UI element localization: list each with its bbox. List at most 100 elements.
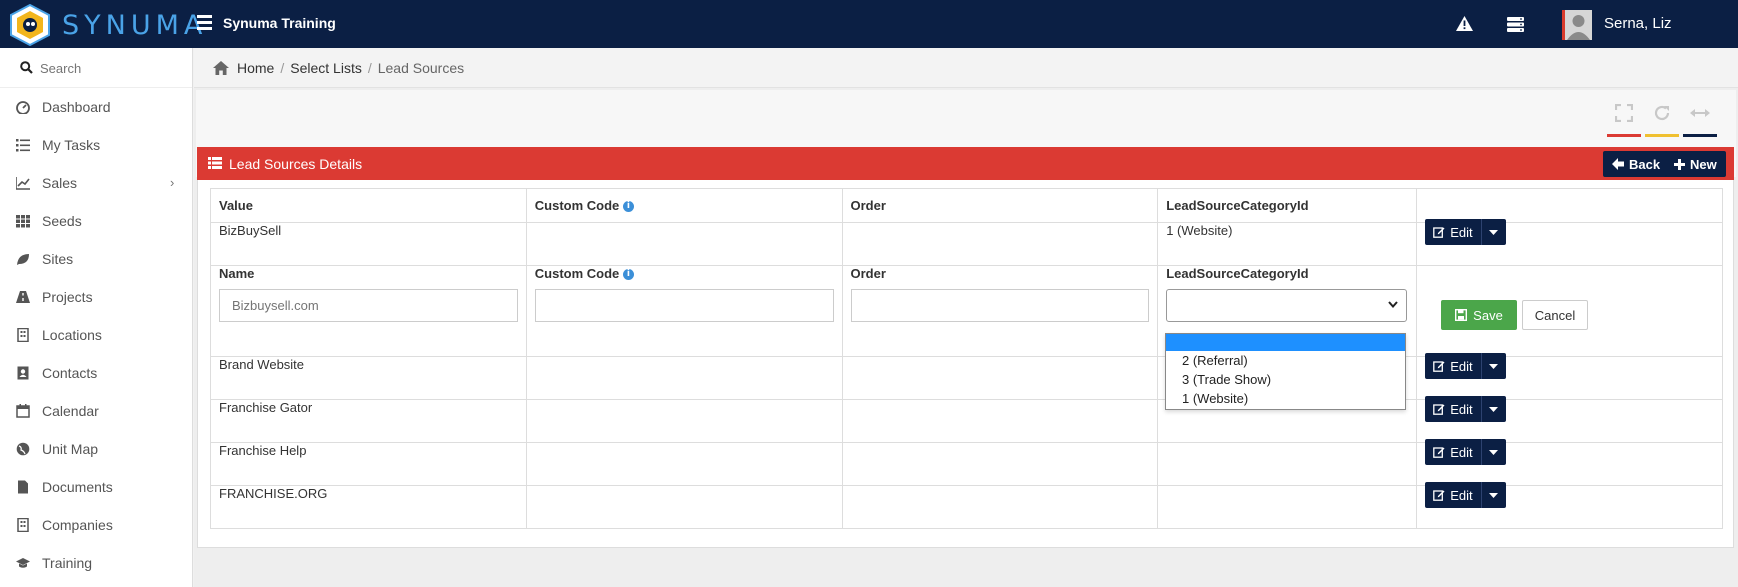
sidebar-item-sites[interactable]: Sites xyxy=(0,240,192,278)
new-button-label: New xyxy=(1690,156,1717,172)
menu-toggle-icon[interactable] xyxy=(197,15,212,30)
sidebar-item-label: Documents xyxy=(42,479,113,495)
breadcrumb-select-lists[interactable]: Select Lists xyxy=(290,60,362,76)
breadcrumb-home[interactable]: Home xyxy=(237,60,274,76)
cell-actions: Edit xyxy=(1416,482,1723,529)
edit-button-main[interactable]: Edit xyxy=(1425,482,1482,508)
edit-button-main[interactable]: Edit xyxy=(1425,396,1482,422)
column-header-category[interactable]: LeadSourceCategoryId xyxy=(1157,188,1418,223)
warning-icon[interactable] xyxy=(1456,16,1473,31)
sidebar-item-training[interactable]: Training xyxy=(0,544,192,582)
building-icon xyxy=(17,518,29,532)
app-title: Synuma Training xyxy=(223,15,336,31)
info-icon[interactable]: i xyxy=(622,201,634,213)
new-button[interactable]: New xyxy=(1665,151,1726,177)
road-icon xyxy=(16,291,30,303)
edit-dropdown-toggle[interactable] xyxy=(1482,219,1506,245)
edit-button-main[interactable]: Edit xyxy=(1425,439,1482,465)
list-icon xyxy=(16,139,30,152)
edit-button[interactable]: Edit xyxy=(1425,482,1506,508)
sidebar-item-dashboard[interactable]: Dashboard xyxy=(0,88,192,126)
edit-icon xyxy=(1433,361,1445,372)
cell-value: Franchise Gator xyxy=(210,399,527,443)
sidebar-item-calendar[interactable]: Calendar xyxy=(0,392,192,430)
edit-button[interactable]: Edit xyxy=(1425,353,1506,379)
collapse-button[interactable] xyxy=(1683,104,1717,137)
edit-dropdown-toggle[interactable] xyxy=(1482,353,1506,379)
avatar[interactable] xyxy=(1562,10,1592,40)
cell-actions: Edit xyxy=(1416,353,1723,400)
category-select[interactable] xyxy=(1166,289,1408,322)
back-button-label: Back xyxy=(1629,156,1661,172)
dropdown-option[interactable] xyxy=(1166,334,1405,351)
sidebar: Dashboard My Tasks Sales › Seeds Sites Project… xyxy=(0,48,193,587)
cell-value: FRANCHISE.ORG xyxy=(210,485,527,529)
column-header-custom-code[interactable]: Custom Code i xyxy=(525,188,843,223)
sidebar-item-projects[interactable]: Projects xyxy=(0,278,192,316)
server-icon[interactable] xyxy=(1507,17,1524,32)
toolbar-color-bar-yellow xyxy=(1645,134,1679,137)
cancel-button[interactable]: Cancel xyxy=(1522,300,1588,330)
sidebar-item-documents[interactable]: Documents xyxy=(0,468,192,506)
search-input[interactable] xyxy=(40,58,180,78)
edit-dropdown-toggle[interactable] xyxy=(1482,439,1506,465)
save-button[interactable]: Save xyxy=(1441,300,1517,330)
custom-code-input[interactable] xyxy=(534,289,834,322)
column-header-value[interactable]: Value xyxy=(210,188,527,223)
top-navbar: SYNUMA Synuma Training Serna, Liz xyxy=(0,0,1738,48)
sidebar-item-companies[interactable]: Companies xyxy=(0,506,192,544)
edit-dropdown-toggle[interactable] xyxy=(1482,396,1506,422)
fullscreen-button[interactable] xyxy=(1607,103,1641,137)
sidebar-item-seeds[interactable]: Seeds xyxy=(0,202,192,240)
dropdown-option[interactable]: 3 (Trade Show) xyxy=(1166,370,1405,389)
dropdown-option[interactable]: 2 (Referral) xyxy=(1166,351,1405,370)
sidebar-item-contacts[interactable]: Contacts xyxy=(0,354,192,392)
column-header-actions xyxy=(1416,188,1723,223)
name-input[interactable] xyxy=(219,289,518,322)
cell-value: Franchise Help xyxy=(210,442,527,486)
cell-order xyxy=(841,222,1159,266)
graduation-cap-icon xyxy=(16,558,30,568)
breadcrumb-bar: Home / Select Lists / Lead Sources xyxy=(194,48,1738,88)
sidebar-item-locations[interactable]: Locations xyxy=(0,316,192,354)
sidebar-item-my-tasks[interactable]: My Tasks xyxy=(0,126,192,164)
cell-custom-code xyxy=(525,356,843,400)
edit-button-main[interactable]: Edit xyxy=(1425,219,1482,245)
category-label: LeadSourceCategoryId xyxy=(1166,266,1309,281)
cell-actions: Edit xyxy=(1416,439,1723,486)
edit-button[interactable]: Edit xyxy=(1425,396,1506,422)
widget-body: Value Custom Code i Order LeadSourceCate… xyxy=(197,180,1734,548)
edit-button-label: Edit xyxy=(1450,401,1473,417)
logo[interactable]: SYNUMA xyxy=(6,3,202,46)
sidebar-item-label: Unit Map xyxy=(42,441,99,457)
sidebar-item-sales[interactable]: Sales › xyxy=(0,164,192,202)
dropdown-option[interactable]: 1 (Website) xyxy=(1166,389,1405,408)
edit-button[interactable]: Edit xyxy=(1425,219,1506,245)
logo-text: SYNUMA xyxy=(62,10,208,41)
cell-order xyxy=(841,399,1159,443)
cell-actions: Edit xyxy=(1416,396,1723,443)
sidebar-item-unit-map[interactable]: Unit Map xyxy=(0,430,192,468)
info-icon[interactable]: i xyxy=(622,269,634,281)
edit-button-main[interactable]: Edit xyxy=(1425,353,1482,379)
chevron-down-icon xyxy=(1388,301,1398,308)
breadcrumb: Home / Select Lists / Lead Sources xyxy=(213,60,464,76)
lead-sources-table: Value Custom Code i Order LeadSourceCate… xyxy=(210,188,1723,529)
toolbar-color-bar-navy xyxy=(1683,134,1717,137)
sidebar-search xyxy=(0,48,192,88)
back-button[interactable]: Back xyxy=(1603,151,1670,177)
sidebar-nav: Dashboard My Tasks Sales › Seeds Sites Project… xyxy=(0,88,192,582)
sidebar-item-label: Calendar xyxy=(42,403,99,419)
user-name[interactable]: Serna, Liz xyxy=(1604,15,1672,32)
column-header-order[interactable]: Order xyxy=(841,188,1159,223)
order-label: Order xyxy=(850,266,886,281)
custom-code-label-text: Custom Code xyxy=(534,266,620,281)
refresh-button[interactable] xyxy=(1645,104,1679,137)
order-input[interactable] xyxy=(850,289,1150,322)
edit-dropdown-toggle[interactable] xyxy=(1482,482,1506,508)
edit-button[interactable]: Edit xyxy=(1425,439,1506,465)
sidebar-item-label: Companies xyxy=(42,517,113,533)
dashboard-icon xyxy=(16,101,30,114)
cell-custom-code xyxy=(525,222,843,266)
cell-actions: Edit xyxy=(1416,219,1723,266)
